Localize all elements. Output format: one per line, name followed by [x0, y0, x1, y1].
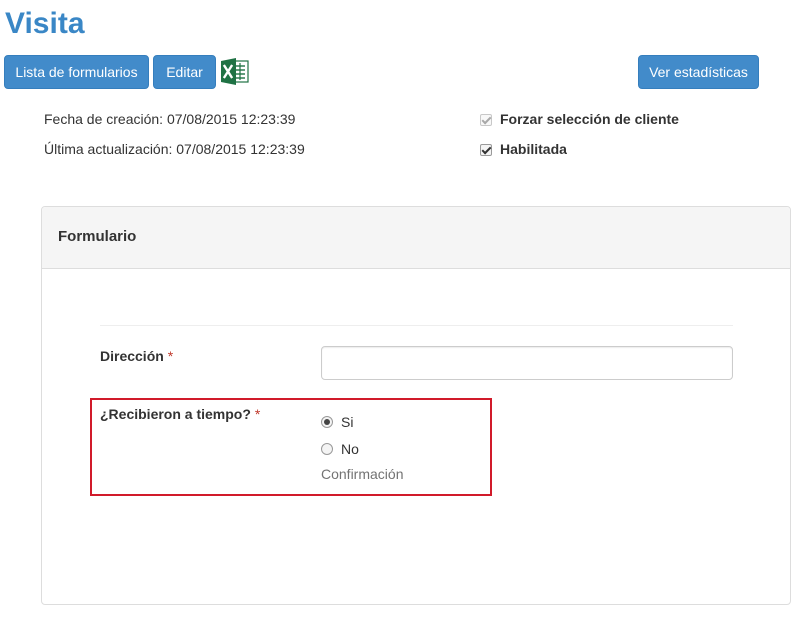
required-marker: *	[254, 406, 261, 422]
radio-no-label: No	[341, 441, 359, 457]
confirmation-help-text: Confirmación	[321, 466, 404, 482]
enabled-label: Habilitada	[500, 141, 567, 157]
direccion-label-text: Dirección	[100, 348, 164, 364]
view-statistics-button[interactable]: Ver estadísticas	[638, 55, 759, 89]
enabled-row[interactable]: Habilitada	[480, 139, 567, 159]
force-client-selection-label: Forzar selección de cliente	[500, 111, 679, 127]
recibieron-label-text: ¿Recibieron a tiempo?	[100, 406, 251, 422]
page-title: Visita	[5, 7, 85, 40]
excel-icon[interactable]	[220, 58, 250, 85]
form-panel: Formulario Dirección * ¿Recibieron a tie…	[41, 206, 791, 605]
radio-option-no[interactable]: No	[321, 439, 359, 459]
radio-option-si[interactable]: Si	[321, 412, 353, 432]
recibieron-label: ¿Recibieron a tiempo? *	[100, 404, 260, 424]
last-update-date: Última actualización: 07/08/2015 12:23:3…	[44, 141, 305, 157]
radio-si-label: Si	[341, 414, 354, 430]
radio-si[interactable]	[321, 416, 333, 428]
form-panel-heading: Formulario	[42, 207, 790, 269]
form-list-button[interactable]: Lista de formularios	[4, 55, 149, 89]
enabled-checkbox[interactable]	[480, 143, 492, 156]
creation-date: Fecha de creación: 07/08/2015 12:23:39	[44, 111, 296, 127]
direccion-label: Dirección *	[100, 346, 173, 366]
required-marker: *	[167, 348, 174, 364]
edit-button[interactable]: Editar	[153, 55, 216, 89]
divider	[100, 325, 733, 326]
form-panel-title: Formulario	[58, 228, 137, 245]
radio-no[interactable]	[321, 443, 333, 455]
force-client-selection-row: Forzar selección de cliente	[480, 109, 679, 129]
force-client-selection-checkbox	[480, 113, 492, 126]
direccion-input[interactable]	[321, 346, 733, 380]
